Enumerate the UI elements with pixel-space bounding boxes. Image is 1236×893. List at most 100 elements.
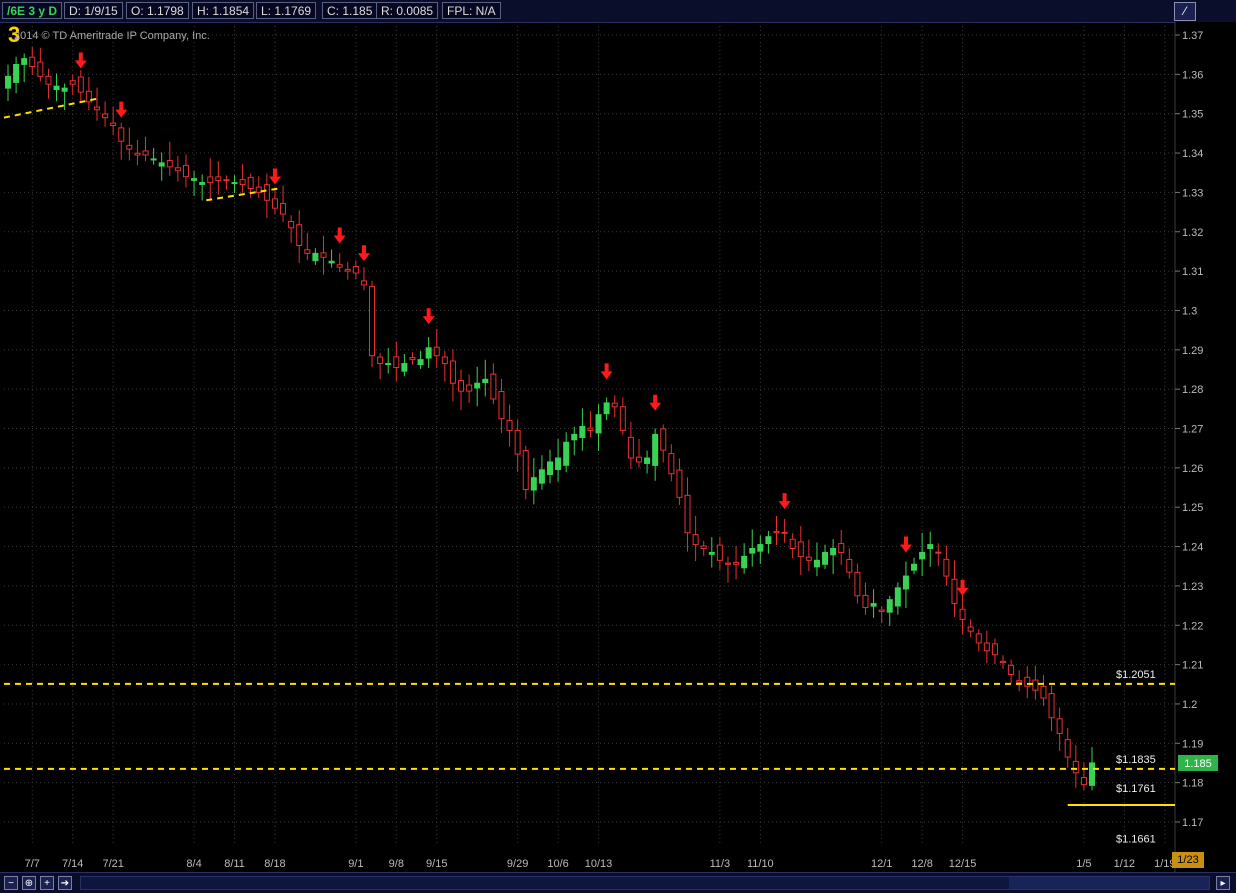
candle-body[interactable] xyxy=(797,541,804,557)
candle-body[interactable] xyxy=(692,534,699,546)
candle-body[interactable] xyxy=(1056,718,1063,734)
candle-body[interactable] xyxy=(919,551,926,560)
symbol-selector[interactable]: /6E 3 y D xyxy=(2,2,63,19)
candle-body[interactable] xyxy=(781,531,788,534)
candle-body[interactable] xyxy=(757,544,764,552)
candle-body[interactable] xyxy=(69,80,76,85)
candle-body[interactable] xyxy=(668,453,675,475)
candle-body[interactable] xyxy=(110,122,117,127)
candle-body[interactable] xyxy=(813,559,820,568)
candle-body[interactable] xyxy=(595,414,602,434)
candle-body[interactable] xyxy=(619,406,626,431)
candle-body[interactable] xyxy=(223,179,230,182)
candle-body[interactable] xyxy=(255,186,262,193)
candle-body[interactable] xyxy=(328,260,335,264)
candle-body[interactable] xyxy=(635,456,642,463)
candle-body[interactable] xyxy=(304,249,311,254)
candle-body[interactable] xyxy=(1032,679,1039,691)
candle-body[interactable] xyxy=(967,626,974,632)
candle-body[interactable] xyxy=(822,551,829,565)
candle-body[interactable] xyxy=(886,599,893,613)
candle-body[interactable] xyxy=(474,382,481,389)
candle-body[interactable] xyxy=(5,75,11,89)
candle-body[interactable] xyxy=(296,224,303,247)
candle-body[interactable] xyxy=(1064,739,1071,758)
candle-body[interactable] xyxy=(336,264,343,268)
candle-body[interactable] xyxy=(935,551,942,554)
candle-body[interactable] xyxy=(894,587,901,607)
candle-body[interactable] xyxy=(854,571,861,597)
candle-body[interactable] xyxy=(1072,760,1079,774)
candle-body[interactable] xyxy=(312,252,319,262)
candle-body[interactable] xyxy=(271,198,278,209)
candle-body[interactable] xyxy=(1008,664,1015,675)
scroll-end-icon[interactable]: ▸ xyxy=(1216,876,1230,890)
candle-body[interactable] xyxy=(1048,693,1055,719)
candle-body[interactable] xyxy=(352,266,359,274)
candle-body[interactable] xyxy=(191,178,198,181)
candle-body[interactable] xyxy=(749,548,756,554)
candle-body[interactable] xyxy=(166,160,173,168)
candle-body[interactable] xyxy=(199,182,206,185)
candle-body[interactable] xyxy=(150,158,157,161)
candle-body[interactable] xyxy=(522,450,529,490)
candle-body[interactable] xyxy=(320,252,327,258)
zoom-in-icon[interactable]: + xyxy=(40,876,54,890)
candle-body[interactable] xyxy=(514,429,521,455)
candle-body[interactable] xyxy=(458,379,465,392)
candle-body[interactable] xyxy=(93,106,100,111)
candle-body[interactable] xyxy=(215,176,222,182)
candle-body[interactable] xyxy=(538,469,545,484)
candle-body[interactable] xyxy=(741,555,748,569)
candle-body[interactable] xyxy=(838,543,845,553)
candle-body[interactable] xyxy=(449,360,456,384)
time-scrollbar[interactable] xyxy=(80,876,1210,890)
candle-body[interactable] xyxy=(77,76,84,93)
candle-body[interactable] xyxy=(37,61,44,77)
candle-body[interactable] xyxy=(498,391,505,420)
candle-body[interactable] xyxy=(134,152,141,156)
candle-body[interactable] xyxy=(830,548,837,556)
candle-body[interactable] xyxy=(288,221,295,229)
candle-body[interactable] xyxy=(174,167,181,172)
candle-body[interactable] xyxy=(401,363,408,372)
candle-body[interactable] xyxy=(789,538,796,550)
candle-body[interactable] xyxy=(733,561,740,565)
candle-body[interactable] xyxy=(417,359,424,366)
candle-body[interactable] xyxy=(369,285,376,357)
candle-body[interactable] xyxy=(587,427,594,431)
candle-body[interactable] xyxy=(571,433,578,441)
candle-body[interactable] xyxy=(53,85,60,91)
candle-body[interactable] xyxy=(21,58,28,65)
candle-body[interactable] xyxy=(676,469,683,498)
candle-body[interactable] xyxy=(1024,676,1031,687)
candle-body[interactable] xyxy=(344,268,351,272)
candle-body[interactable] xyxy=(158,162,165,167)
candle-body[interactable] xyxy=(708,551,715,555)
candle-body[interactable] xyxy=(45,75,52,85)
candle-body[interactable] xyxy=(142,150,149,156)
zoom-out-icon[interactable]: − xyxy=(4,876,18,890)
candle-body[interactable] xyxy=(1080,777,1087,786)
candle-body[interactable] xyxy=(126,144,133,150)
candle-body[interactable] xyxy=(611,402,618,408)
candle-body[interactable] xyxy=(360,280,367,286)
candle-body[interactable] xyxy=(862,594,869,609)
candle-body[interactable] xyxy=(231,182,238,185)
candle-body[interactable] xyxy=(983,642,990,652)
candle-body[interactable] xyxy=(579,426,586,438)
candle-body[interactable] xyxy=(975,633,982,644)
candle-body[interactable] xyxy=(652,433,659,466)
scroll-right-icon[interactable]: ➔ xyxy=(58,876,72,890)
candle-body[interactable] xyxy=(182,164,189,178)
candle-body[interactable] xyxy=(684,494,691,534)
candle-body[interactable] xyxy=(959,608,966,620)
candle-body[interactable] xyxy=(951,578,958,605)
candle-body[interactable] xyxy=(1000,660,1007,664)
candle-body[interactable] xyxy=(563,441,570,466)
candle-body[interactable] xyxy=(102,113,109,119)
candle-body[interactable] xyxy=(724,562,731,565)
candle-body[interactable] xyxy=(118,127,125,142)
candle-body[interactable] xyxy=(385,363,392,366)
candle-body[interactable] xyxy=(644,457,651,464)
